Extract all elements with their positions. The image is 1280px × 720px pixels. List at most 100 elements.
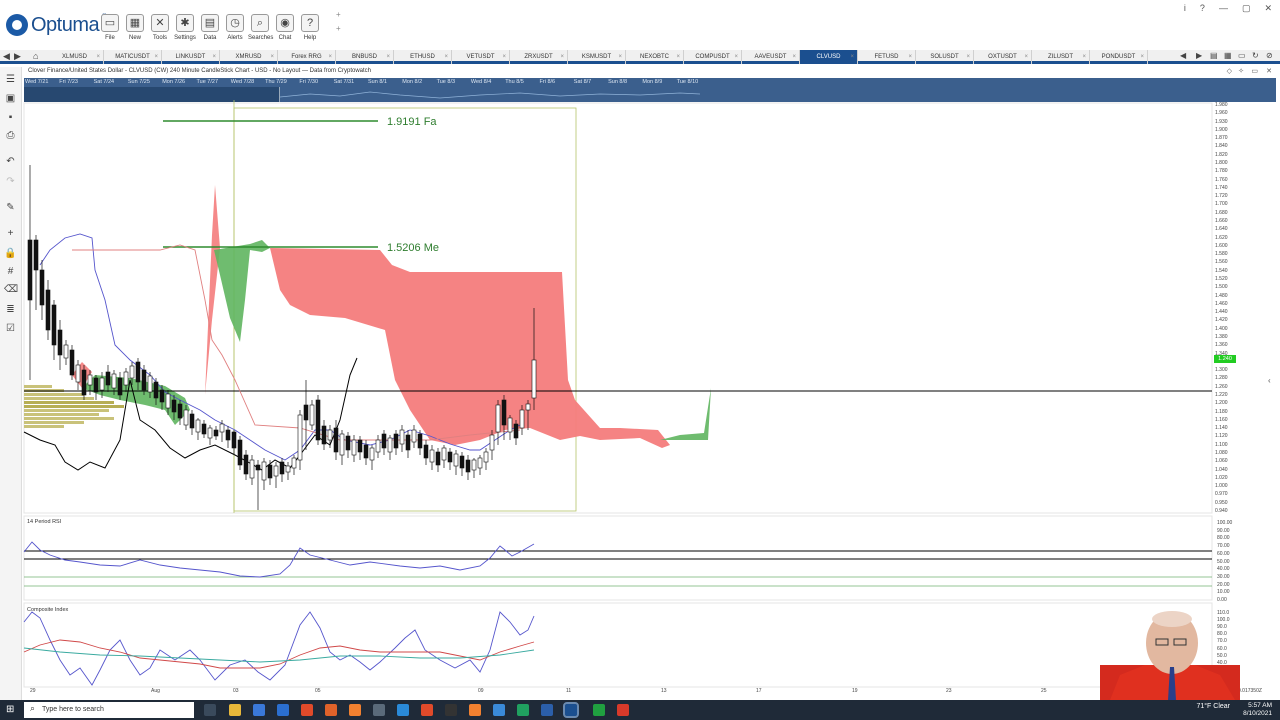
candle-body: [501, 399, 507, 426]
candle-body: [57, 329, 63, 356]
time-axis-label: 09: [478, 688, 484, 694]
time-axis-label: 17: [756, 688, 762, 694]
candle-body: [87, 374, 93, 386]
app-icon-1[interactable]: [325, 704, 337, 716]
time-axis-label: 23: [946, 688, 952, 694]
axis-label: 1.020: [1215, 474, 1228, 481]
candle-body: [447, 451, 453, 463]
candle-body: [81, 369, 87, 396]
fib-label-high: 1.9191 Fa: [387, 116, 437, 128]
terminal-icon[interactable]: [445, 704, 457, 716]
candle-body: [237, 439, 243, 466]
candle-body: [339, 433, 345, 456]
composite-pane: [23, 602, 1213, 688]
chrome-icon-2[interactable]: [421, 704, 433, 716]
axis-label: 1.680: [1215, 209, 1228, 216]
candle-body: [357, 439, 363, 453]
candle-body: [249, 459, 255, 479]
time-axis-label: 19: [852, 688, 858, 694]
axis-label: 1.400: [1215, 325, 1228, 332]
app-icon-4[interactable]: [493, 704, 505, 716]
axis-label: 1.420: [1215, 317, 1228, 324]
app-icon-2[interactable]: [373, 704, 385, 716]
candle-body: [135, 361, 141, 383]
axis-label: 1.870: [1215, 135, 1228, 142]
candle-body: [159, 389, 165, 403]
clock-date: 8/10/2021: [1243, 710, 1272, 717]
axis-label: 30.00: [1217, 573, 1230, 580]
taskbar-clock[interactable]: 5:57 AM 8/10/2021: [1243, 702, 1272, 718]
axis-label: 20.00: [1217, 581, 1230, 588]
candle-body: [63, 344, 69, 359]
mail-icon[interactable]: [277, 704, 289, 716]
axis-label: 50.00: [1217, 558, 1230, 565]
candle-body: [141, 369, 147, 391]
candle-body: [429, 449, 435, 463]
axis-label: 1.460: [1215, 300, 1228, 307]
candle-body: [99, 377, 105, 391]
clock-time: 5:57 AM: [1248, 702, 1272, 709]
edge-icon[interactable]: [397, 704, 409, 716]
app-icon-5[interactable]: [517, 704, 529, 716]
composite-title: Composite Index: [27, 607, 69, 613]
chart-canvas[interactable]: 1.9191 Fa 1.5206 Me 14 Period RSI Compos…: [0, 0, 1280, 720]
chrome-icon[interactable]: [301, 704, 313, 716]
axis-label: 10.00: [1217, 589, 1230, 596]
app-icon-3[interactable]: [469, 704, 481, 716]
rsi-title: 14 Period RSI: [27, 519, 62, 525]
collapse-right-icon[interactable]: ‹: [1268, 376, 1271, 385]
axis-label: 1.500: [1215, 284, 1228, 291]
candle-body: [93, 377, 99, 393]
axis-label: 0.940: [1215, 508, 1228, 514]
candle-body: [333, 427, 339, 453]
store-icon[interactable]: [253, 704, 265, 716]
candle-body: [399, 429, 405, 445]
candle-body: [351, 439, 357, 456]
axis-label: 1.360: [1215, 342, 1228, 349]
file-explorer-icon[interactable]: [229, 704, 241, 716]
windows-start-icon[interactable]: ⊞: [6, 704, 17, 715]
cloud-red-2: [205, 185, 220, 395]
webcam-presenter: [1100, 611, 1240, 700]
candle-body: [213, 429, 219, 437]
optuma-taskbar-icon[interactable]: [563, 702, 579, 718]
brave-icon[interactable]: [349, 704, 361, 716]
axis-label: 80.00: [1217, 535, 1230, 542]
candle-body: [285, 465, 291, 473]
axis-label: 1.480: [1215, 292, 1228, 299]
candle-body: [525, 403, 531, 411]
word-icon[interactable]: [541, 704, 553, 716]
axis-label: 1.930: [1215, 118, 1228, 125]
axis-label: 1.960: [1215, 110, 1228, 117]
candle-body: [477, 457, 483, 469]
candle-body: [369, 447, 375, 461]
candle-body: [33, 239, 39, 271]
candle-body: [519, 409, 525, 429]
candle-body: [507, 417, 513, 433]
app-icon-6[interactable]: [593, 704, 605, 716]
taskbar-search-box[interactable]: Type here to search: [24, 702, 194, 718]
axis-label: 1.720: [1215, 193, 1228, 200]
candle-body: [105, 371, 111, 386]
task-view-icon[interactable]: [204, 704, 216, 716]
candle-body: [261, 461, 267, 481]
axis-label: 1.280: [1215, 375, 1228, 382]
axis-label: 100.00: [1217, 520, 1233, 526]
cloud-green-future: [660, 388, 711, 440]
axis-label: 1.100: [1215, 441, 1228, 448]
axis-label: 1.700: [1215, 201, 1228, 208]
candle-body: [189, 413, 195, 429]
candle-body: [327, 429, 333, 441]
candle-body: [255, 464, 261, 471]
rsi-pane: [23, 515, 1213, 601]
axis-label: 60.00: [1217, 550, 1230, 557]
candle-body: [243, 454, 249, 475]
axis-label: 1.160: [1215, 416, 1228, 423]
candle-body: [39, 269, 45, 306]
axis-label: 70.00: [1217, 543, 1230, 550]
axis-label: 1.180: [1215, 408, 1228, 415]
app-icon-7[interactable]: [617, 704, 629, 716]
taskbar-weather[interactable]: 71°F Clear: [1196, 703, 1230, 710]
axis-label: 90.00: [1217, 527, 1230, 534]
taskbar-search-icon: ⌕: [30, 703, 36, 713]
